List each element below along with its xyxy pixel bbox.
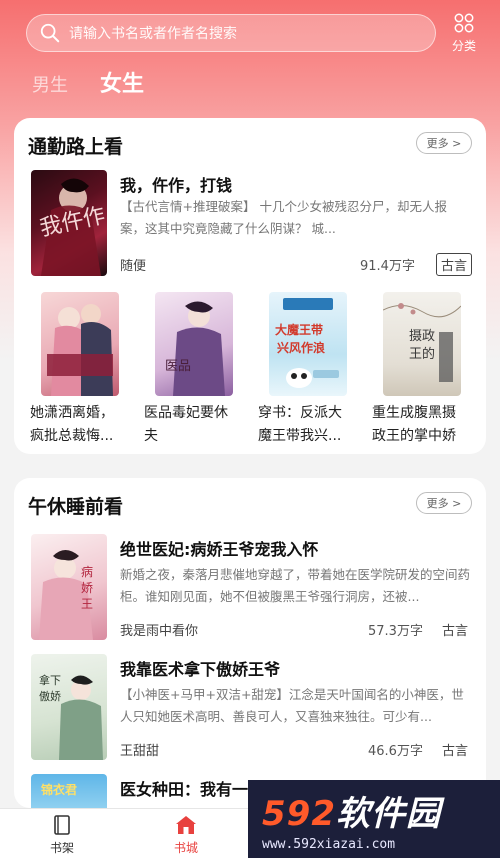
more-button[interactable]: 更多 > [416, 132, 472, 154]
cover-art: 摄政 王的 [383, 303, 461, 382]
section-title: 午休睡前看 [28, 496, 124, 518]
grid-book-item[interactable]: 她潇洒离婚，疯批总裁悔... [30, 292, 126, 448]
section-bedtime: 午休睡前看 更多 > 病 娇 王 绝世医妃:病娇王爷宠我入怀 新婚之夜，秦落月悲… [14, 478, 486, 808]
book-tag: 古言 [436, 253, 473, 276]
grid-icon [454, 13, 474, 33]
cover-art: 医品 [165, 301, 225, 396]
tab-female[interactable]: 女生 [100, 66, 144, 98]
book-cover[interactable]: 拿下 傲娇 [31, 654, 107, 760]
book-cover: 医品 [155, 292, 233, 396]
category-button[interactable]: 分类 [444, 12, 484, 54]
svg-text:王的: 王的 [409, 346, 435, 362]
grid-book-title: 医品毒妃要休夫 [144, 405, 228, 444]
watermark: 592软件园 www.592xiazai.com [248, 780, 500, 858]
svg-text:摄政: 摄政 [409, 329, 435, 344]
book-description: 【古代言情+推理破案】 十几个少女被残忍分尸，却无人报案，这其中究竟隐藏了什么阴… [120, 199, 447, 236]
book-word-count: 91.4万字 [360, 259, 415, 274]
watermark-number: 592 [262, 794, 336, 834]
nav-label: 书架 [49, 841, 74, 855]
book-cover: 大魔王带 兴风作浪 [269, 292, 347, 396]
grid-book-title: 她潇洒离婚，疯批总裁悔... [30, 405, 114, 444]
watermark-url: www.592xiazai.com [262, 837, 396, 852]
book-cover [41, 292, 119, 396]
gender-tabs: 男生 女生 [32, 66, 144, 98]
bookshelf-icon [54, 815, 70, 835]
search-icon [40, 23, 60, 43]
book-title[interactable]: 我靠医术拿下傲娇王爷 [120, 656, 280, 680]
book-author: 王甜甜 [120, 744, 160, 759]
book-title[interactable]: 绝世医妃:病娇王爷宠我入怀 [120, 536, 318, 560]
svg-text:娇: 娇 [81, 581, 93, 595]
cover-art: 锦衣君 [41, 782, 77, 797]
grid-book-item[interactable]: 医品 医品毒妃要休夫 [144, 292, 240, 448]
book-description: 【小神医+马甲+双洁+甜宠】江念是天叶国闻名的小神医，世人只知她医术高明、善良可… [120, 687, 464, 724]
svg-text:傲娇: 傲娇 [39, 689, 61, 703]
book-cover[interactable]: 病 娇 王 [31, 534, 107, 640]
more-button[interactable]: 更多 > [416, 492, 472, 514]
book-cover[interactable]: 我仵作 [31, 170, 107, 276]
svg-text:医品: 医品 [165, 359, 191, 374]
nav-bookshelf[interactable]: 书架 [32, 815, 92, 856]
svg-text:病: 病 [81, 564, 93, 579]
cover-art [47, 304, 113, 396]
home-icon [176, 816, 196, 834]
search-input[interactable]: 请输入书名或者作者名搜索 [26, 14, 436, 52]
cover-art: 拿下 傲娇 [39, 673, 103, 760]
grid-book-item[interactable]: 大魔王带 兴风作浪 穿书：反派大魔王带我兴... [258, 292, 354, 448]
watermark-text: 软件园 [335, 794, 441, 834]
tab-male[interactable]: 男生 [32, 71, 68, 97]
book-tag: 古言 [442, 744, 469, 759]
svg-text:拿下: 拿下 [39, 673, 61, 687]
nav-bookstore[interactable]: 书城 [156, 815, 216, 856]
nav-label: 书城 [173, 841, 198, 855]
book-title[interactable]: 我，仵作，打钱 [120, 172, 232, 196]
svg-text:锦衣君: 锦衣君 [41, 782, 77, 797]
category-label: 分类 [451, 39, 476, 53]
svg-text:兴风作浪: 兴风作浪 [277, 340, 325, 355]
book-author: 随便 [120, 259, 147, 274]
svg-text:大魔王带: 大魔王带 [275, 322, 323, 337]
section-commute: 通勤路上看 更多 > 我仵作 我，仵作，打钱 【古代言情+推理破案】 十几个少女… [14, 118, 486, 454]
book-cover[interactable]: 锦衣君 [31, 774, 107, 808]
book-word-count: 57.3万字 [368, 624, 423, 639]
cover-art: 大魔王带 兴风作浪 [275, 298, 339, 388]
book-author: 我是雨中看你 [120, 624, 199, 639]
cover-art: 病 娇 王 [39, 550, 93, 640]
svg-text:王: 王 [81, 597, 93, 611]
watermark-brand: 592软件园 [262, 786, 500, 835]
book-word-count: 46.6万字 [368, 744, 423, 759]
search-placeholder: 请输入书名或者作者名搜索 [69, 26, 237, 42]
book-description: 新婚之夜，秦落月悲催地穿越了，带着她在医学院研发的空间药柜。谁知刚见面，她不但被… [120, 567, 470, 604]
section-title: 通勤路上看 [28, 136, 124, 158]
grid-book-title: 重生成腹黑摄政王的掌中娇 [372, 405, 456, 444]
grid-book-title: 穿书：反派大魔王带我兴... [258, 405, 342, 444]
book-cover: 摄政 王的 [383, 292, 461, 396]
grid-book-item[interactable]: 摄政 王的 重生成腹黑摄政王的掌中娇 [372, 292, 468, 448]
book-tag: 古言 [442, 624, 469, 639]
